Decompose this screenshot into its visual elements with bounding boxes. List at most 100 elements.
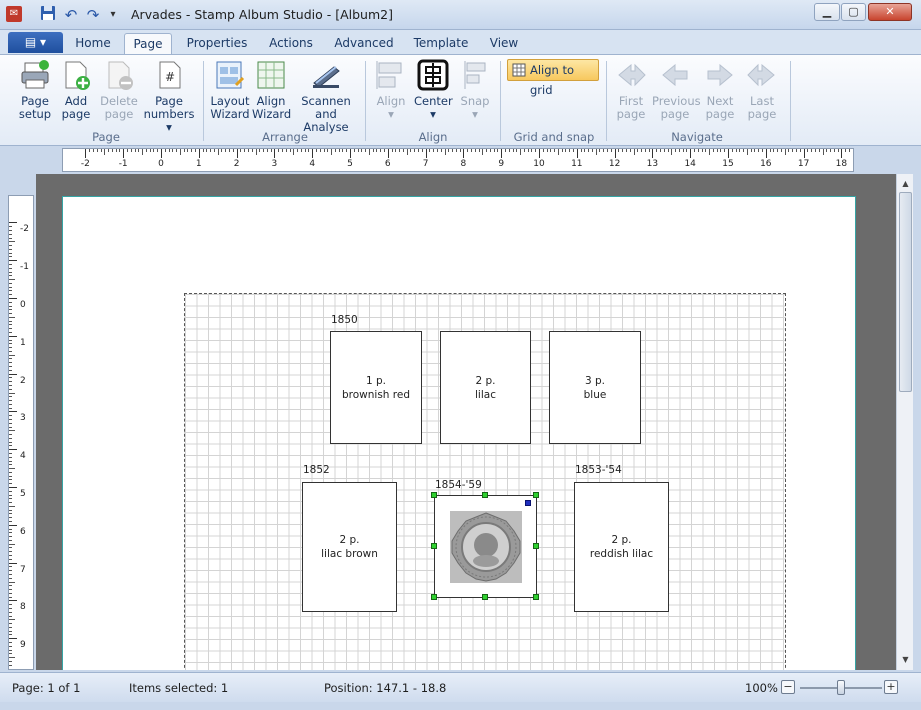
stamp-frame[interactable]: 2 p. lilac brown (302, 482, 397, 612)
stamp-frame[interactable]: 2 p. lilac (440, 331, 531, 444)
ruler-minor-tick (750, 149, 752, 152)
first-page-button[interactable]: First page (612, 59, 650, 121)
tab-home[interactable]: Home (70, 33, 116, 54)
tab-properties[interactable]: Properties (184, 33, 250, 54)
center-button[interactable]: Center ▾ (414, 59, 453, 121)
tab-view[interactable]: View (486, 33, 522, 54)
scroll-up-icon[interactable]: ▲ (898, 176, 913, 191)
tab-page[interactable]: Page (124, 33, 172, 54)
album-page[interactable]: 1850 1852 1854-'59 1853-'54 1 p. brownis… (62, 196, 856, 670)
ruler-minor-tick (96, 149, 98, 152)
ruler-minor-tick (754, 149, 756, 152)
rotate-handle[interactable] (525, 500, 531, 506)
redo-icon[interactable]: ↷ (83, 5, 103, 25)
tab-advanced[interactable]: Advanced (332, 33, 396, 54)
snap-button[interactable]: Snap ▾ (458, 59, 492, 121)
ruler-minor-tick (9, 464, 12, 466)
ruler-label: 2 (20, 375, 26, 386)
stamp-frame[interactable]: 3 p. blue (549, 331, 641, 444)
cursor-position: Position: 147.1 - 18.8 (324, 681, 447, 695)
minimize-button[interactable]: ▁ (814, 3, 840, 21)
ruler-minor-tick (693, 149, 695, 152)
ruler-tick (9, 335, 17, 337)
row-year-label[interactable]: 1850 (331, 314, 358, 326)
ruler-minor-tick (9, 237, 12, 239)
ruler-minor-tick (251, 149, 253, 152)
ruler-minor-tick (709, 149, 711, 155)
align-dropdown-icon: ▾ (388, 107, 394, 121)
maximize-button[interactable]: ▢ (841, 3, 866, 21)
zoom-in-button[interactable]: + (884, 680, 898, 694)
ruler-minor-tick (9, 422, 12, 424)
page-canvas[interactable]: 1850 1852 1854-'59 1853-'54 1 p. brownis… (36, 174, 896, 670)
page-numbers-button[interactable]: # Page numbers ▾ (140, 59, 198, 134)
last-page-button[interactable]: Last page (744, 59, 780, 121)
ruler-minor-tick (716, 149, 718, 152)
stamp-frame[interactable]: 1 p. brownish red (330, 331, 422, 444)
ruler-minor-tick (622, 149, 624, 152)
first-page-label: First page (616, 94, 646, 121)
undo-icon[interactable]: ↶ (61, 5, 81, 25)
scan-analyse-button[interactable]: Scannen and Analyse (294, 59, 358, 134)
ruler-label: 16 (760, 159, 772, 169)
row-year-label[interactable]: 1853-'54 (575, 464, 622, 476)
vertical-scrollbar[interactable]: ▲ ▼ (896, 174, 913, 670)
align-to-grid-button[interactable]: Align to grid (507, 59, 599, 97)
align-wizard-button[interactable]: Align Wizard (252, 59, 292, 121)
resize-handle[interactable] (482, 594, 488, 600)
ruler-minor-tick (478, 149, 480, 152)
ruler-minor-tick (9, 532, 12, 534)
ruler-minor-tick (474, 149, 476, 152)
align-button[interactable]: Align ▾ (374, 59, 408, 121)
resize-handle[interactable] (533, 492, 539, 498)
ruler-minor-tick (9, 347, 12, 349)
resize-handle[interactable] (533, 543, 539, 549)
app-icon[interactable]: ✉ (6, 6, 22, 22)
align-wizard-label: Align Wizard (252, 94, 292, 121)
row-year-label[interactable]: 1852 (303, 464, 330, 476)
tab-template[interactable]: Template (410, 33, 472, 54)
next-page-button[interactable]: Next page (704, 59, 736, 121)
stamp-frame[interactable]: 2 p. reddish lilac (574, 482, 669, 612)
ruler-tick (425, 149, 427, 158)
ruler-minor-tick (833, 149, 835, 152)
ruler-minor-tick (610, 149, 612, 152)
row-year-label[interactable]: 1854-'59 (435, 479, 482, 491)
ruler-minor-tick (391, 149, 393, 152)
stamp-color: reddish lilac (589, 548, 654, 560)
close-button[interactable]: ✕ (868, 3, 912, 21)
file-menu-button[interactable]: ▤ ▾ (8, 32, 63, 53)
selected-stamp-frame[interactable] (434, 495, 537, 598)
quick-access-dropdown-icon[interactable]: ▾ (103, 5, 123, 25)
ruler-label: 3 (20, 413, 26, 424)
resize-handle[interactable] (482, 492, 488, 498)
scrollbar-thumb[interactable] (899, 192, 912, 392)
resize-handle[interactable] (431, 492, 437, 498)
resize-handle[interactable] (431, 543, 437, 549)
file-menu-icon: ▤ ▾ (24, 35, 47, 49)
ruler-minor-tick (418, 149, 420, 152)
ruler-tick (274, 149, 276, 158)
previous-page-button[interactable]: Previous page (652, 59, 701, 121)
zoom-out-button[interactable]: − (781, 680, 795, 694)
delete-page-button[interactable]: Delete page (98, 59, 140, 121)
zoom-slider-thumb[interactable] (837, 680, 845, 695)
ruler-minor-tick (9, 369, 12, 371)
group-separator (500, 61, 501, 141)
ruler-minor-tick (9, 471, 12, 473)
page-setup-button[interactable]: Page setup (14, 59, 56, 121)
ruler-minor-tick (777, 149, 779, 152)
resize-handle[interactable] (533, 594, 539, 600)
tab-actions[interactable]: Actions (264, 33, 318, 54)
ruler-minor-tick (508, 149, 510, 152)
resize-handle[interactable] (431, 594, 437, 600)
group-separator (606, 61, 607, 141)
save-icon[interactable] (38, 5, 58, 25)
ruler-label: 0 (158, 159, 164, 169)
grid-area[interactable]: 1850 1852 1854-'59 1853-'54 1 p. brownis… (184, 293, 786, 670)
ruler-minor-tick (542, 149, 544, 152)
layout-wizard-button[interactable]: Layout Wizard (210, 59, 250, 121)
ruler-minor-tick (217, 149, 219, 155)
add-page-button[interactable]: Add page (60, 59, 92, 121)
scroll-down-icon[interactable]: ▼ (898, 652, 913, 667)
